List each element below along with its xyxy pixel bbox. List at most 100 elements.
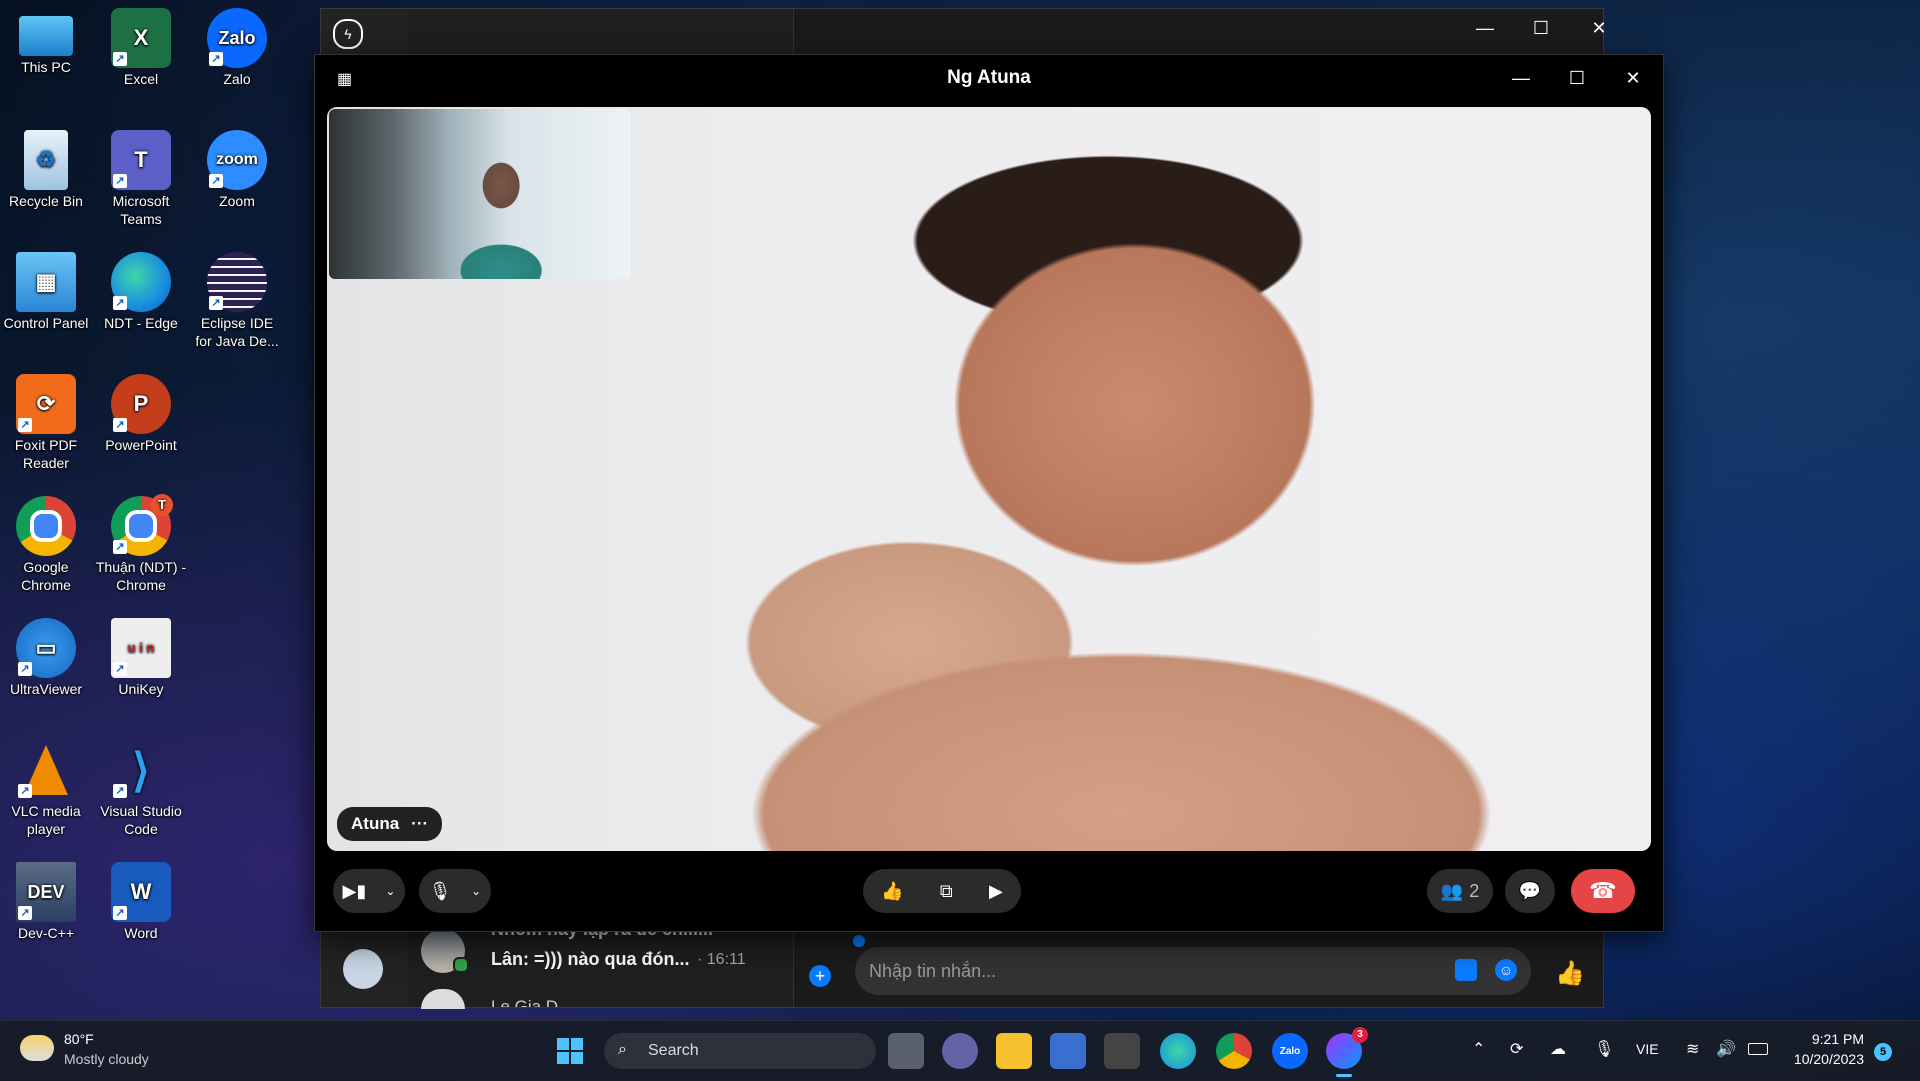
desktop-icon-this-pc[interactable]: This PC [0,4,92,76]
search-label: Search [648,1042,699,1059]
notification-count-badge[interactable]: 5 [1874,1043,1892,1061]
self-video-preview[interactable] [329,109,631,279]
desktop-icon-edge[interactable]: ↗ NDT - Edge [95,248,187,332]
camera-toggle-button[interactable]: ▶▮ ⌄ [333,869,405,913]
chat-preview-time: · 16:11 [697,951,746,968]
call-close-button[interactable]: ✕ [1605,55,1661,101]
file-explorer-icon[interactable] [996,1033,1032,1069]
desktop-icon-unikey[interactable]: u i n ↗ UniKey [95,614,187,698]
desktop-icon-control-panel[interactable]: ▦ Control Panel [0,248,92,332]
app-icon[interactable] [1104,1033,1140,1069]
battery-icon[interactable] [1748,1043,1768,1055]
desktop-icon-vscode[interactable]: ⟩ ↗ Visual Studio Code [95,736,187,838]
share-screen-icon[interactable]: ⧉ [940,881,953,902]
back-minimize-button[interactable]: — [1457,9,1513,47]
zalo-taskbar-icon[interactable]: Zalo [1272,1033,1308,1069]
volume-icon[interactable]: 🔊 [1716,1039,1736,1059]
active-app-indicator [1336,1074,1352,1077]
messenger-logo-icon: ϟ [333,19,363,49]
desktop-icon-chrome[interactable]: Google Chrome [0,492,92,594]
chat-bubble-icon: 💬 [1518,880,1542,901]
chevron-down-icon[interactable]: ⌄ [385,884,395,898]
desktop-icon-powerpoint[interactable]: P ↗ PowerPoint [95,370,187,454]
desktop-icon-devcpp[interactable]: DEV ↗ Dev-C++ [0,858,92,942]
chevron-up-icon[interactable]: ⌃ [1472,1039,1485,1059]
microphone-toggle-button[interactable]: 🎙 ⌄ [419,869,491,913]
chrome-taskbar-icon[interactable] [1216,1033,1252,1069]
desktop-icon-excel[interactable]: X ↗ Excel [95,4,187,88]
start-button[interactable] [552,1033,588,1069]
back-maximize-button[interactable]: ☐ [1513,9,1569,47]
clock-time[interactable]: 9:21 PM [1774,1031,1864,1047]
ultraviewer-icon: ▭ ↗ [16,618,76,678]
profile-avatar[interactable] [343,949,383,989]
desktop-icon-recycle-bin[interactable]: ♻ Recycle Bin [0,126,92,210]
onedrive-cloud-icon[interactable]: ☁ [1550,1039,1566,1059]
chat-preview-next: Le Gia D... [491,997,573,1007]
word-icon: W ↗ [111,862,171,922]
emoji-icon[interactable]: ☺ [1495,959,1517,981]
desktop-icon-chrome-profile[interactable]: T ↗ Thuận (NDT) - Chrome [95,492,187,594]
call-maximize-button[interactable]: ☐ [1549,55,1605,101]
desktop-icon-ultraviewer[interactable]: ▭ ↗ UltraViewer [0,614,92,698]
desktop-icon-foxit[interactable]: ⟳ ↗ Foxit PDF Reader [0,370,92,472]
desktop-icon-zalo[interactable]: Zalo ↗ Zalo [191,4,283,88]
control-panel-icon: ▦ [16,252,76,312]
chat-preview-message: Lân: =))) nào qua đón... [491,949,690,969]
desktop-icon-vlc[interactable]: ↗ VLC media player [0,736,92,838]
microsoft-store-icon[interactable] [1050,1033,1086,1069]
participants-button[interactable]: 👥 2 [1427,869,1493,913]
microphone-icon: 🎙 [428,880,452,901]
remote-video: Atuna ··· [327,107,1651,851]
clock-date[interactable]: 10/20/2023 [1774,1051,1864,1067]
like-send-icon[interactable]: 👍 [1555,959,1585,988]
edge-icon: ↗ [111,252,171,312]
desktop-icon-eclipse[interactable]: ↗ Eclipse IDE for Java De... [191,248,283,350]
cloudy-weather-icon [20,1035,54,1061]
add-attachment-icon[interactable]: + [809,965,831,987]
wifi-icon[interactable]: ≋ [1686,1039,1699,1059]
task-view-icon[interactable] [888,1033,924,1069]
desktop-icon-teams[interactable]: T ↗ Microsoft Teams [95,126,187,228]
chrome-profile-icon: T ↗ [111,494,173,556]
search-box[interactable]: ⌕ Search [604,1033,876,1069]
messenger-badge: 3 [1352,1027,1368,1043]
edge-taskbar-icon[interactable] [1160,1033,1196,1069]
messenger-taskbar-icon[interactable]: 3 [1326,1027,1368,1077]
people-icon: 👥 [1440,880,1464,901]
end-call-button[interactable]: ☎ [1571,869,1635,913]
zoom-icon: zoom ↗ [207,130,267,190]
sync-icon[interactable]: ⟳ [1510,1039,1523,1059]
vlc-cone-icon: ↗ [16,740,76,800]
video-call-window: ▦ Ng Atuna — ☐ ✕ Atuna ··· ▶▮ ⌄ 🎙 ⌄ 👍 ⧉ … [314,54,1664,932]
chat-button[interactable]: 💬 [1505,869,1555,913]
zalo-icon: Zalo ↗ [207,8,267,68]
weather-temp: 80°F [64,1031,94,1047]
thumbs-up-icon[interactable]: 👍 [881,881,903,902]
message-placeholder: Nhập tin nhắn... [869,961,997,981]
call-minimize-button[interactable]: — [1493,55,1549,101]
teams-chat-icon[interactable] [942,1033,978,1069]
devcpp-icon: DEV ↗ [16,862,76,922]
watch-together-icon[interactable]: ▶ [989,881,1003,902]
desktop-icon-word[interactable]: W ↗ Word [95,858,187,942]
microphone-tray-icon[interactable]: 🎙 [1594,1039,1614,1059]
desktop-icon-zoom[interactable]: zoom ↗ Zoom [191,126,283,210]
call-actions-group: 👍 ⧉ ▶ [863,869,1021,913]
unread-dot [853,935,865,947]
search-icon: ⌕ [618,1041,627,1058]
video-camera-icon: ▶▮ [342,880,367,901]
back-close-button[interactable]: ✕ [1571,9,1627,47]
sticker-icon[interactable] [1455,959,1477,981]
message-input[interactable]: Nhập tin nhắn... ☺ [855,947,1531,995]
participants-count: 2 [1469,880,1480,901]
excel-icon: X ↗ [111,8,171,68]
more-options-icon[interactable]: ··· [411,814,428,834]
participant-name-pill[interactable]: Atuna ··· [337,807,443,841]
chevron-down-icon[interactable]: ⌄ [471,884,481,898]
teams-icon: T ↗ [111,130,171,190]
eclipse-icon: ↗ [207,252,267,312]
input-language[interactable]: VIE [1636,1041,1659,1057]
monitor-icon [19,16,73,56]
participant-name: Atuna [351,814,400,833]
